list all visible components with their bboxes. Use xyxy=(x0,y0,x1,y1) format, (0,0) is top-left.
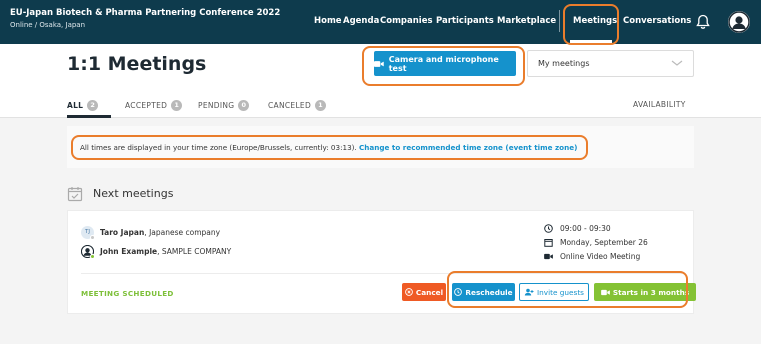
meetings-filter-value: My meetings xyxy=(538,59,590,68)
meeting-date: Monday, September 26 xyxy=(544,238,648,247)
nav-participants[interactable]: Participants xyxy=(436,16,494,26)
starts-in-button[interactable]: Starts in 3 months xyxy=(594,283,696,301)
status-dot xyxy=(90,235,95,240)
tab-canceled[interactable]: CANCELED 1 xyxy=(268,100,327,111)
nav-active-indicator xyxy=(570,40,612,43)
page-title: 1:1 Meetings xyxy=(67,53,207,75)
timezone-text: All times are displayed in your time zon… xyxy=(80,143,357,152)
bell-icon[interactable] xyxy=(696,14,710,34)
participant-initials: TJ xyxy=(85,229,90,235)
camera-mic-test-label: Camera and microphone test xyxy=(388,54,499,73)
tab-all-count: 2 xyxy=(87,100,99,111)
participant-john-example[interactable]: John Example, SAMPLE COMPANY xyxy=(81,245,232,259)
tab-all[interactable]: ALL 2 xyxy=(67,100,99,111)
event-brand[interactable]: EU-Japan Biotech & Pharma Partnering Con… xyxy=(10,8,280,29)
user-avatar-icon[interactable] xyxy=(728,11,750,33)
clock-icon xyxy=(454,288,463,296)
availability-link[interactable]: AVAILABILITY xyxy=(633,100,686,109)
meeting-time: 09:00 - 09:30 xyxy=(544,224,611,233)
nav-agenda[interactable]: Agenda xyxy=(343,16,379,26)
timezone-notice: All times are displayed in your time zon… xyxy=(80,143,577,152)
participant-company: , SAMPLE COMPANY xyxy=(157,247,232,256)
meeting-type-value: Online Video Meeting xyxy=(560,252,641,261)
participant-avatar: TJ xyxy=(81,226,95,240)
clock-icon xyxy=(544,224,553,233)
timezone-banner: All times are displayed in your time zon… xyxy=(67,126,694,168)
starts-in-label: Starts in 3 months xyxy=(612,287,690,297)
participant-company: , Japanese company xyxy=(144,228,221,237)
nav-marketplace[interactable]: Marketplace xyxy=(497,16,556,26)
status-dot xyxy=(90,254,95,259)
participant-name: Taro Japan xyxy=(100,228,145,237)
participant-avatar-icon xyxy=(81,245,95,259)
tab-accepted[interactable]: ACCEPTED 1 xyxy=(125,100,183,111)
change-timezone-link[interactable]: Change to recommended time zone (event t… xyxy=(359,143,577,152)
tab-accepted-count: 1 xyxy=(171,100,183,111)
add-user-icon xyxy=(524,288,534,296)
nav-meetings[interactable]: Meetings xyxy=(573,16,617,26)
card-divider xyxy=(81,273,682,274)
calendar-icon xyxy=(544,239,553,247)
meeting-card: TJ Taro Japan, Japanese company John Exa… xyxy=(67,210,696,314)
page-header: 1:1 Meetings Camera and microphone test … xyxy=(0,44,761,118)
invite-guests-button[interactable]: Invite guests xyxy=(519,283,589,301)
next-meetings-title: Next meetings xyxy=(93,187,174,200)
tab-canceled-count: 1 xyxy=(315,100,327,111)
tab-pending[interactable]: PENDING 0 xyxy=(198,100,250,111)
video-camera-icon xyxy=(600,289,610,295)
calendar-check-icon xyxy=(67,186,83,206)
nav-conversations[interactable]: Conversations xyxy=(623,16,691,26)
nav-divider xyxy=(559,10,560,32)
video-camera-icon xyxy=(374,60,384,67)
meeting-time-value: 09:00 - 09:30 xyxy=(560,224,611,233)
close-circle-icon xyxy=(405,288,413,296)
reschedule-button[interactable]: Reschedule xyxy=(452,283,515,301)
cancel-button[interactable]: Cancel xyxy=(402,283,446,301)
active-tab-indicator xyxy=(67,115,111,118)
tab-pending-label: PENDING xyxy=(198,101,235,110)
nav-home[interactable]: Home xyxy=(314,16,342,26)
reschedule-label: Reschedule xyxy=(465,287,513,297)
tab-canceled-label: CANCELED xyxy=(268,101,312,110)
participant-taro-japan[interactable]: TJ Taro Japan, Japanese company xyxy=(81,226,221,240)
tab-accepted-label: ACCEPTED xyxy=(125,101,168,110)
meeting-status: MEETING SCHEDULED xyxy=(81,289,174,298)
invite-guests-label: Invite guests xyxy=(536,287,584,297)
event-title: EU-Japan Biotech & Pharma Partnering Con… xyxy=(10,8,281,18)
meeting-type: Online Video Meeting xyxy=(544,252,640,261)
tab-pending-count: 0 xyxy=(238,100,250,111)
participant-name: John Example xyxy=(100,247,158,256)
meetings-filter-select[interactable]: My meetings xyxy=(527,50,694,77)
nav-companies[interactable]: Companies xyxy=(380,16,433,26)
video-camera-icon xyxy=(544,253,553,260)
event-location: Online / Osaka, Japan xyxy=(10,21,86,29)
meeting-date-value: Monday, September 26 xyxy=(560,238,648,247)
tab-all-label: ALL xyxy=(67,101,84,110)
top-navigation: EU-Japan Biotech & Pharma Partnering Con… xyxy=(0,0,761,44)
camera-mic-test-button[interactable]: Camera and microphone test xyxy=(374,51,516,76)
cancel-label: Cancel xyxy=(415,287,444,297)
chevron-down-icon xyxy=(671,58,683,70)
